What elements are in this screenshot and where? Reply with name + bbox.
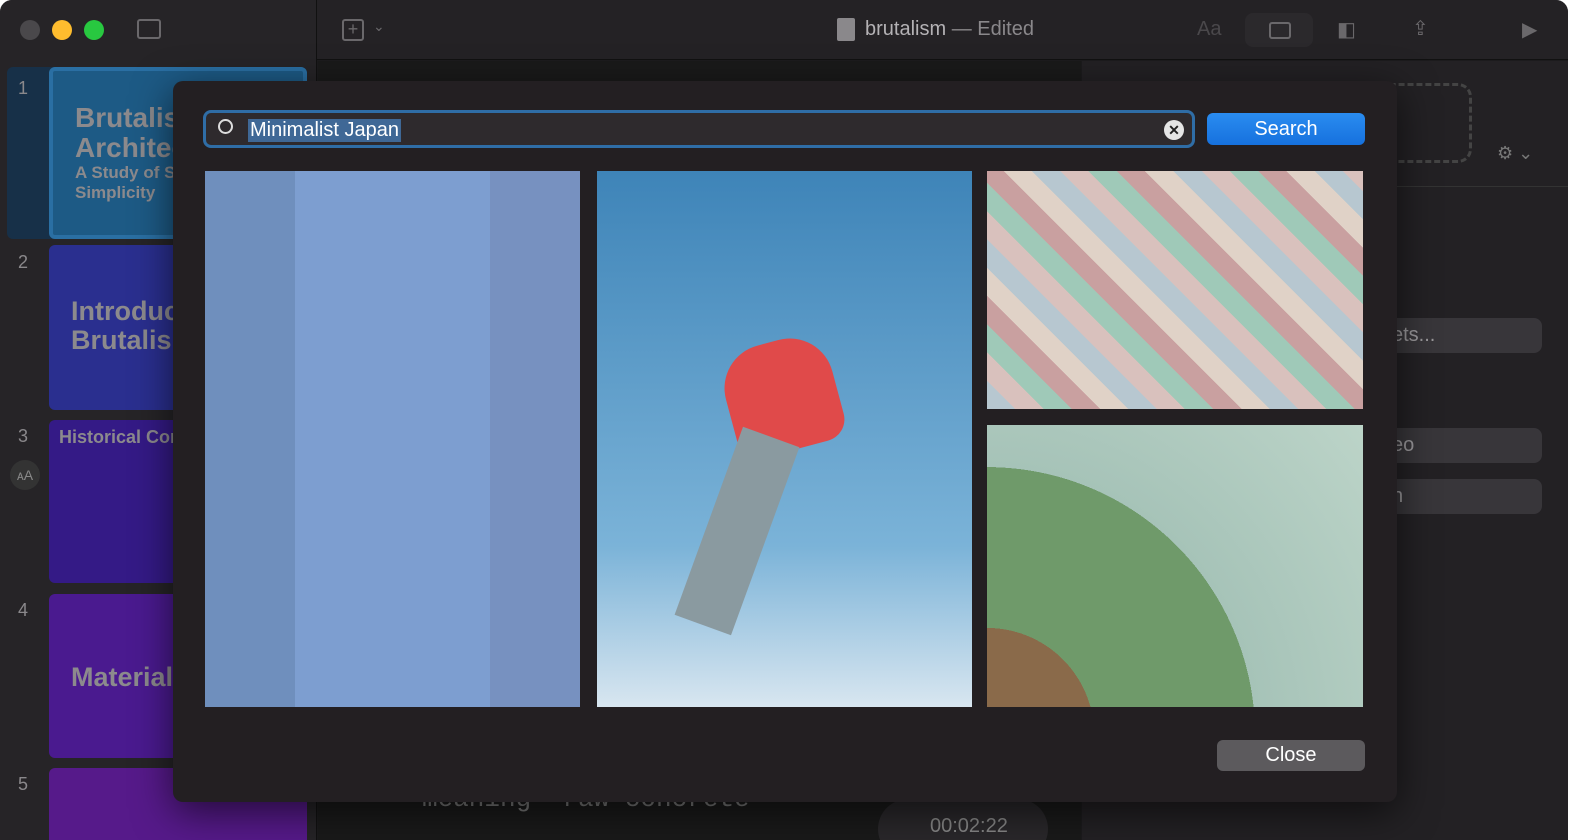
- slide-number: 5: [17, 774, 28, 794]
- document-icon: [837, 18, 855, 41]
- search-button[interactable]: Search: [1207, 113, 1365, 145]
- media-button[interactable]: [1245, 13, 1313, 47]
- slide-number: 3: [17, 426, 28, 446]
- minimize-window-button[interactable]: [52, 20, 72, 40]
- search-query-text: Minimalist Japan: [248, 119, 401, 142]
- document-title: brutalism — Edited: [865, 18, 1034, 40]
- image-icon: [1269, 22, 1291, 39]
- text-size-icon[interactable]: ᴀA: [10, 460, 40, 490]
- slide-number: 1: [17, 78, 28, 98]
- play-icon[interactable]: ▶: [1522, 17, 1537, 42]
- gear-icon[interactable]: ⚙ ⌄: [1497, 143, 1533, 164]
- close-button[interactable]: Close: [1217, 740, 1365, 771]
- toolbar: + ⌄ brutalism — Edited Aa ◧ ⇪ ▶: [317, 0, 1568, 60]
- search-input[interactable]: Minimalist Japan ✕: [203, 110, 1195, 148]
- image-search-dialog: Minimalist Japan ✕ Search Close: [173, 81, 1397, 802]
- add-video-button[interactable]: eo: [1382, 428, 1542, 463]
- text-format-button[interactable]: Aa: [1197, 18, 1221, 41]
- clear-search-icon[interactable]: ✕: [1164, 120, 1184, 140]
- result-image-colorful-tiles[interactable]: [987, 171, 1363, 409]
- zoom-window-button[interactable]: [84, 20, 104, 40]
- search-button-behind[interactable]: h: [1382, 479, 1542, 514]
- chevron-down-icon[interactable]: ⌄: [373, 18, 385, 35]
- sidebar-toggle-icon[interactable]: [137, 19, 161, 39]
- share-icon[interactable]: ⇪: [1412, 16, 1429, 41]
- color-palette-icon[interactable]: ◧: [1337, 17, 1356, 42]
- result-image-jumping-person[interactable]: [597, 171, 972, 707]
- slide-number: 4: [17, 600, 28, 620]
- slide-number: 2: [17, 252, 28, 272]
- slide-title: Materials: [71, 662, 189, 692]
- choose-assets-button[interactable]: ets...: [1382, 318, 1542, 353]
- result-image-velodrome[interactable]: [987, 425, 1363, 707]
- close-window-button[interactable]: [20, 20, 40, 40]
- rehearsal-timer: 00:02:22: [878, 799, 1048, 840]
- result-image-blue-building[interactable]: [205, 171, 580, 707]
- search-icon: [218, 119, 233, 134]
- add-slide-icon[interactable]: +: [342, 19, 364, 41]
